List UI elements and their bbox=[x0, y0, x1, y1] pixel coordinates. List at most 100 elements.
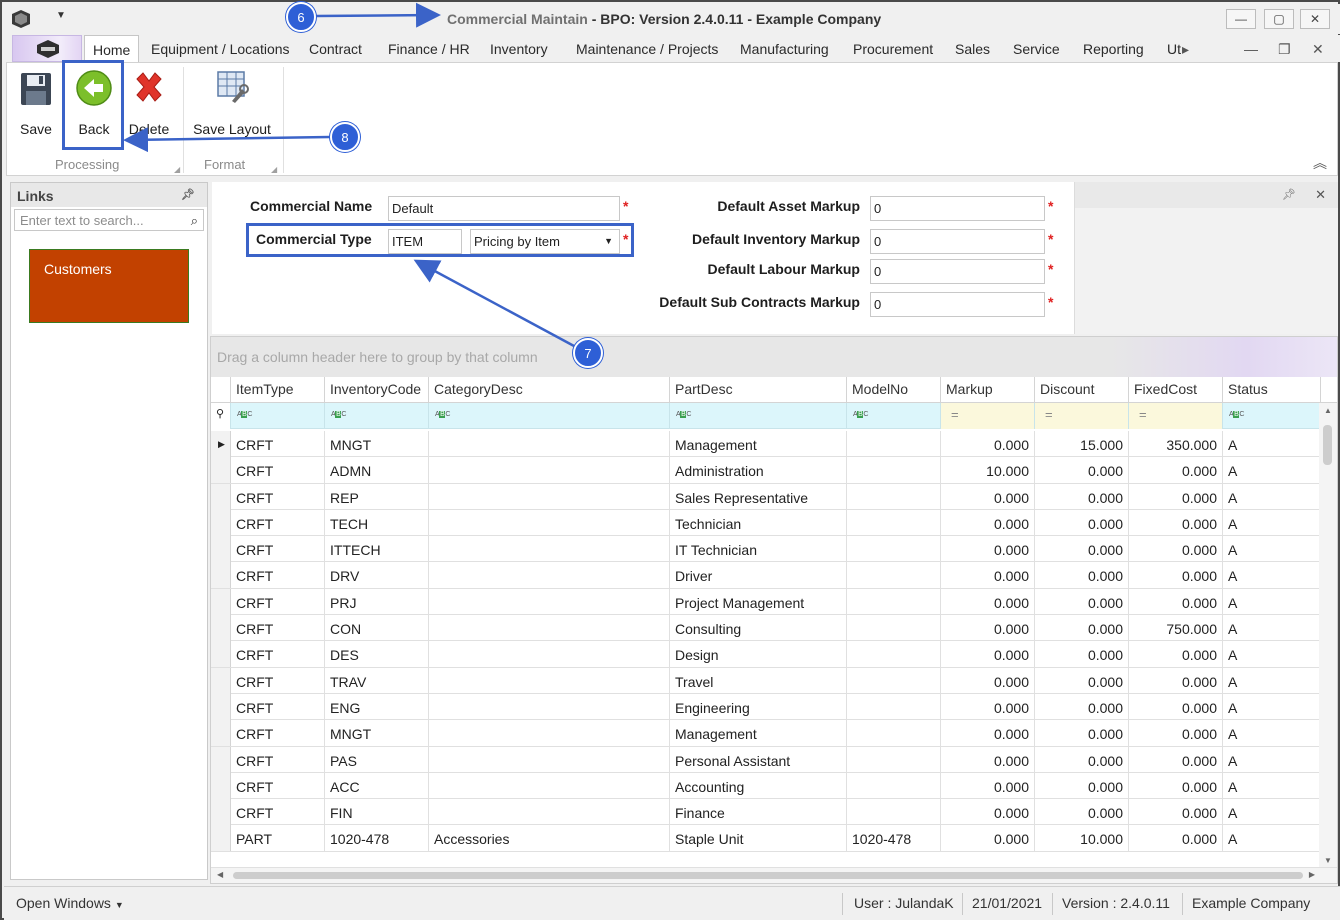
table-row[interactable]: PART 1020-478 Accessories Staple Unit 1020-4… bbox=[211, 825, 1321, 852]
row-indicator[interactable]: ▶ bbox=[211, 431, 231, 457]
cell-modelno[interactable] bbox=[847, 536, 941, 563]
cell-partdesc[interactable]: Driver bbox=[670, 562, 847, 589]
table-row[interactable]: CRFT ADMN Administration 10.000 0.000 0.000 A bbox=[211, 457, 1321, 484]
cell-partdesc[interactable]: IT Technician bbox=[670, 536, 847, 563]
cell-inventorycode[interactable]: FIN bbox=[325, 799, 429, 826]
row-indicator[interactable] bbox=[211, 536, 231, 563]
application-menu-button[interactable] bbox=[12, 35, 82, 62]
table-row[interactable]: CRFT ITTECH IT Technician 0.000 0.000 0.000 A bbox=[211, 536, 1321, 563]
cell-modelno[interactable] bbox=[847, 772, 941, 799]
filter-cell-partdesc[interactable]: ABC bbox=[670, 403, 847, 429]
column-header-fixedcost[interactable]: FixedCost bbox=[1129, 377, 1223, 403]
cell-discount[interactable]: 0.000 bbox=[1035, 536, 1129, 563]
column-header-discount[interactable]: Discount bbox=[1035, 377, 1129, 403]
labour-markup-input[interactable]: 0 bbox=[870, 259, 1045, 284]
cell-markup[interactable]: 0.000 bbox=[941, 746, 1035, 773]
scroll-down-icon[interactable]: ▼ bbox=[1324, 856, 1332, 865]
cell-modelno[interactable] bbox=[847, 509, 941, 536]
asset-markup-input[interactable]: 0 bbox=[870, 196, 1045, 221]
cell-discount[interactable]: 0.000 bbox=[1035, 693, 1129, 720]
cell-fixedcost[interactable]: 0.000 bbox=[1129, 667, 1223, 694]
cell-status[interactable]: A bbox=[1223, 693, 1321, 720]
cell-itemtype[interactable]: CRFT bbox=[231, 772, 325, 799]
cell-status[interactable]: A bbox=[1223, 825, 1321, 852]
customers-tile[interactable]: Customers bbox=[29, 249, 189, 323]
filter-cell-itemtype[interactable]: ABC bbox=[231, 403, 325, 429]
filter-cell-fixedcost[interactable]: = bbox=[1129, 403, 1223, 429]
pin-icon[interactable]: 📌︎ bbox=[181, 188, 195, 201]
cell-categorydesc[interactable] bbox=[429, 641, 670, 668]
cell-itemtype[interactable]: CRFT bbox=[231, 746, 325, 773]
tab-equipment-locations[interactable]: Equipment / Locations bbox=[151, 41, 290, 57]
cell-markup[interactable]: 0.000 bbox=[941, 693, 1035, 720]
cell-markup[interactable]: 0.000 bbox=[941, 799, 1035, 826]
cell-modelno[interactable] bbox=[847, 483, 941, 510]
cell-markup[interactable]: 0.000 bbox=[941, 588, 1035, 615]
table-row[interactable]: ▶ CRFT MNGT Management 0.000 15.000 350.000 A bbox=[211, 431, 1321, 458]
cell-status[interactable]: A bbox=[1223, 588, 1321, 615]
cell-categorydesc[interactable] bbox=[429, 772, 670, 799]
table-row[interactable]: CRFT ENG Engineering 0.000 0.000 0.000 A bbox=[211, 693, 1321, 721]
table-row[interactable]: CRFT CON Consulting 0.000 0.000 750.000 A bbox=[211, 615, 1321, 642]
filter-cell-categorydesc[interactable]: ABC bbox=[429, 403, 670, 429]
cell-itemtype[interactable]: CRFT bbox=[231, 667, 325, 694]
cell-itemtype[interactable]: CRFT bbox=[231, 641, 325, 668]
cell-fixedcost[interactable]: 750.000 bbox=[1129, 615, 1223, 642]
row-indicator[interactable] bbox=[211, 746, 231, 773]
cell-itemtype[interactable]: CRFT bbox=[231, 562, 325, 589]
cell-discount[interactable]: 0.000 bbox=[1035, 746, 1129, 773]
cell-markup[interactable]: 0.000 bbox=[941, 536, 1035, 563]
quick-access-dropdown-icon[interactable]: ▼ bbox=[56, 10, 66, 21]
cell-fixedcost[interactable]: 0.000 bbox=[1129, 720, 1223, 747]
tab-procurement[interactable]: Procurement bbox=[853, 41, 933, 57]
cell-status[interactable]: A bbox=[1223, 536, 1321, 563]
minimize-button[interactable]: — bbox=[1226, 9, 1256, 29]
column-header-markup[interactable]: Markup bbox=[941, 377, 1035, 403]
cell-fixedcost[interactable]: 0.000 bbox=[1129, 483, 1223, 510]
cell-inventorycode[interactable]: MNGT bbox=[325, 431, 429, 457]
row-indicator[interactable] bbox=[211, 509, 231, 536]
tab-inventory[interactable]: Inventory bbox=[490, 41, 548, 57]
cell-itemtype[interactable]: CRFT bbox=[231, 693, 325, 720]
tab-manufacturing[interactable]: Manufacturing bbox=[740, 41, 829, 57]
cell-partdesc[interactable]: Accounting bbox=[670, 772, 847, 799]
table-row[interactable]: CRFT FIN Finance 0.000 0.000 0.000 A bbox=[211, 799, 1321, 826]
filter-cell-discount[interactable]: = bbox=[1035, 403, 1129, 429]
group-launcher-icon[interactable]: ◢ bbox=[174, 165, 180, 174]
delete-button[interactable]: Delete bbox=[125, 69, 173, 137]
tab-home[interactable]: Home bbox=[84, 35, 140, 63]
cell-partdesc[interactable]: Management bbox=[670, 720, 847, 747]
tab-scroll-right-icon[interactable]: ▸ bbox=[1182, 41, 1189, 58]
cell-itemtype[interactable]: CRFT bbox=[231, 588, 325, 615]
column-header-itemtype[interactable]: ItemType bbox=[231, 377, 325, 403]
tab-service[interactable]: Service bbox=[1013, 41, 1060, 57]
cell-fixedcost[interactable]: 0.000 bbox=[1129, 825, 1223, 852]
row-indicator[interactable] bbox=[211, 799, 231, 826]
column-header-partdesc[interactable]: PartDesc bbox=[670, 377, 847, 403]
cell-markup[interactable]: 0.000 bbox=[941, 641, 1035, 668]
cell-modelno[interactable]: 1020-478 bbox=[847, 825, 941, 852]
filter-cell-modelno[interactable]: ABC bbox=[847, 403, 941, 429]
cell-modelno[interactable] bbox=[847, 588, 941, 615]
group-launcher-icon[interactable]: ◢ bbox=[271, 165, 277, 174]
cell-status[interactable]: A bbox=[1223, 772, 1321, 799]
cell-fixedcost[interactable]: 350.000 bbox=[1129, 431, 1223, 457]
vertical-scrollbar[interactable]: ▲ ▼ bbox=[1319, 403, 1337, 869]
cell-fixedcost[interactable]: 0.000 bbox=[1129, 536, 1223, 563]
cell-inventorycode[interactable]: DES bbox=[325, 641, 429, 668]
cell-partdesc[interactable]: Design bbox=[670, 641, 847, 668]
cell-discount[interactable]: 0.000 bbox=[1035, 772, 1129, 799]
cell-itemtype[interactable]: CRFT bbox=[231, 536, 325, 563]
cell-markup[interactable]: 0.000 bbox=[941, 509, 1035, 536]
scroll-right-icon[interactable]: ▶ bbox=[1309, 870, 1315, 879]
cell-markup[interactable]: 0.000 bbox=[941, 772, 1035, 799]
cell-discount[interactable]: 0.000 bbox=[1035, 667, 1129, 694]
row-indicator[interactable] bbox=[211, 693, 231, 720]
cell-categorydesc[interactable] bbox=[429, 483, 670, 510]
cell-inventorycode[interactable]: PRJ bbox=[325, 588, 429, 615]
cell-categorydesc[interactable] bbox=[429, 536, 670, 563]
cell-status[interactable]: A bbox=[1223, 431, 1321, 457]
cell-modelno[interactable] bbox=[847, 799, 941, 826]
cell-inventorycode[interactable]: PAS bbox=[325, 746, 429, 773]
inventory-markup-input[interactable]: 0 bbox=[870, 229, 1045, 254]
